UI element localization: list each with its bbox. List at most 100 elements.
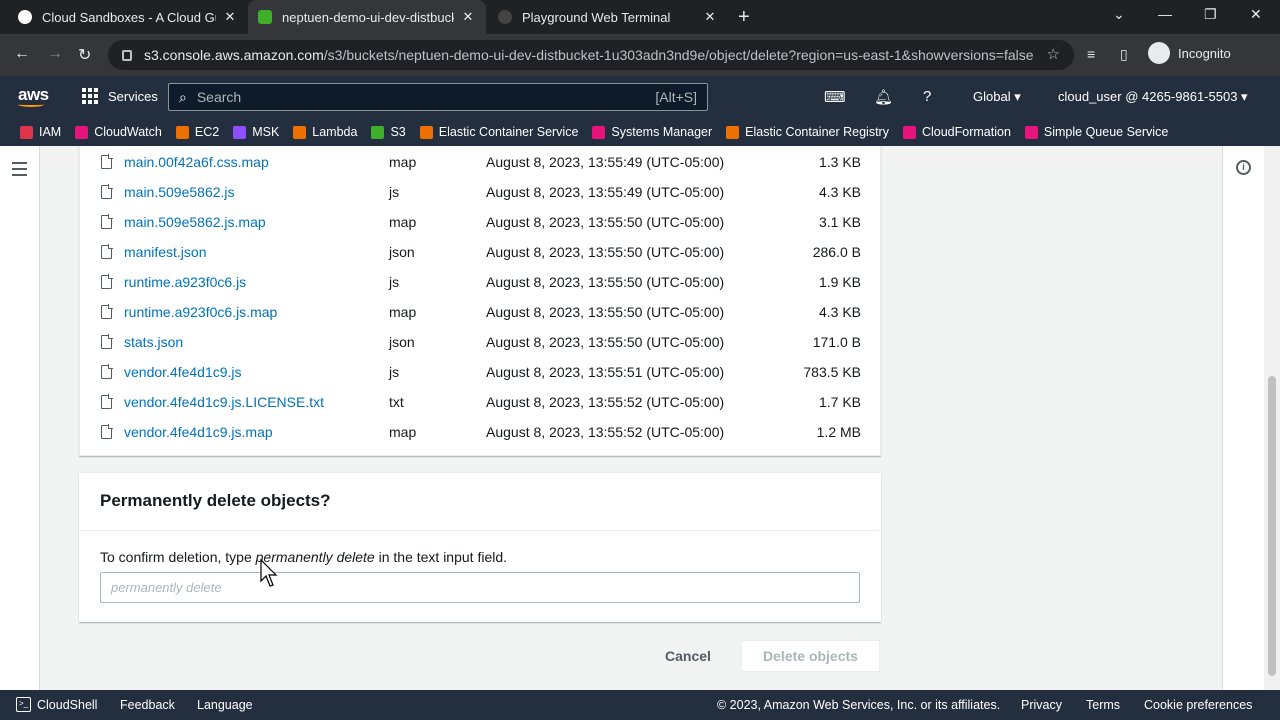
object-name-link[interactable]: main.509e5862.js.map [124, 214, 266, 230]
object-name-link[interactable]: vendor.4fe4d1c9.js [124, 364, 242, 380]
favorite-lambda[interactable]: Lambda [293, 125, 357, 139]
copyright-text: © 2023, Amazon Web Services, Inc. or its… [717, 698, 1001, 712]
menu-icon[interactable] [12, 162, 27, 180]
cookie-preferences-link[interactable]: Cookie preferences [1144, 698, 1252, 712]
favorite-iam[interactable]: IAM [20, 125, 61, 139]
favorite-s3[interactable]: S3 [371, 125, 406, 139]
language-link[interactable]: Language [197, 698, 253, 712]
new-tab-icon[interactable]: + [738, 6, 750, 29]
restore-icon[interactable]: ❐ [1204, 6, 1217, 23]
cancel-button[interactable]: Cancel [653, 640, 723, 672]
table-row: main.00f42a6f.css.map map August 8, 2023, … [80, 147, 880, 177]
services-menu[interactable]: Services [82, 88, 158, 104]
object-size: 1.2 MB [816, 424, 861, 440]
service-icon [592, 125, 606, 139]
file-icon [101, 274, 113, 289]
object-size: 4.3 KB [818, 304, 861, 320]
help-icon[interactable]: ? [923, 88, 931, 105]
aws-logo[interactable]: aws [18, 85, 49, 107]
file-icon [101, 304, 113, 319]
page-content: main.00f42a6f.css.map map August 8, 2023, … [0, 146, 1280, 690]
file-icon [101, 244, 113, 259]
favorite-msk[interactable]: MSK [233, 125, 279, 139]
bookmark-star-icon[interactable]: ☆ [1047, 45, 1060, 63]
favorites-bar: IAM CloudWatch EC2 MSK Lambda S3 Elastic Conta… [0, 118, 1280, 146]
favorite-simple-queue-service[interactable]: Simple Queue Service [1024, 125, 1168, 139]
object-name-link[interactable]: stats.json [124, 334, 183, 350]
file-icon [101, 214, 113, 229]
close-tab-icon[interactable]: ✕ [222, 9, 238, 25]
minimize-icon[interactable]: — [1158, 6, 1172, 22]
confirm-delete-input[interactable] [100, 572, 860, 603]
forward-icon[interactable]: → [47, 45, 63, 63]
tab-search-icon[interactable]: ⌄ [1113, 6, 1125, 23]
lock-icon [122, 49, 132, 61]
info-icon[interactable]: i [1236, 160, 1251, 175]
favorite-cloudformation[interactable]: CloudFormation [902, 125, 1011, 139]
favorite-ec2[interactable]: EC2 [175, 125, 219, 139]
object-type: json [389, 244, 415, 260]
object-size: 1.9 KB [818, 274, 861, 290]
object-name-link[interactable]: vendor.4fe4d1c9.js.map [124, 424, 273, 440]
browser-tab[interactable]: Cloud Sandboxes - A Cloud Guru ✕ [8, 0, 248, 34]
search-shortcut: [Alt+S] [655, 89, 697, 105]
region-selector[interactable]: Global ▾ [973, 89, 1021, 105]
service-icon [419, 125, 433, 139]
search-input[interactable]: ⌕ Search [Alt+S] [168, 83, 708, 111]
close-window-icon[interactable]: ✕ [1250, 6, 1262, 23]
delete-objects-button[interactable]: Delete objects [741, 640, 880, 672]
browser-tab-bar: Cloud Sandboxes - A Cloud Guru ✕ neptuen… [0, 0, 1280, 34]
tab-title: Cloud Sandboxes - A Cloud Guru [42, 9, 216, 25]
url-path: /s3/buckets/neptuen-demo-ui-dev-distbuck… [323, 47, 1034, 63]
browser-tab[interactable]: Playground Web Terminal ✕ [488, 0, 728, 34]
service-icon [1024, 125, 1038, 139]
service-icon [902, 125, 916, 139]
incognito-indicator[interactable]: Incognito [1148, 42, 1231, 64]
cloudshell-link[interactable]: CloudShell [37, 698, 97, 712]
table-row: vendor.4fe4d1c9.js.LICENSE.txt txt August … [80, 387, 880, 417]
object-name-link[interactable]: main.00f42a6f.css.map [124, 154, 269, 170]
close-tab-icon[interactable]: ✕ [702, 9, 718, 25]
file-icon [101, 424, 113, 439]
feedback-link[interactable]: Feedback [120, 698, 175, 712]
object-name-link[interactable]: manifest.json [124, 244, 206, 260]
address-bar[interactable]: s3.console.aws.amazon.com /s3/buckets/ne… [108, 40, 1074, 70]
privacy-link[interactable]: Privacy [1021, 698, 1062, 712]
service-icon [293, 125, 307, 139]
tab-title: neptuen-demo-ui-dev-distbucke [282, 9, 454, 25]
cloudshell-icon[interactable]: >_ [16, 697, 31, 712]
favorite-label: CloudFormation [921, 125, 1011, 139]
reload-icon[interactable]: ↻ [78, 45, 91, 65]
favorite-label: Elastic Container Registry [745, 125, 889, 139]
object-name-link[interactable]: runtime.a923f0c6.js [124, 274, 246, 290]
account-menu[interactable]: cloud_user @ 4265-9861-5503 ▾ [1058, 89, 1248, 105]
object-name-link[interactable]: runtime.a923f0c6.js.map [124, 304, 277, 320]
file-icon [101, 154, 113, 169]
favorite-cloudwatch[interactable]: CloudWatch [75, 125, 162, 139]
browser-toolbar: ← → ↻ s3.console.aws.amazon.com /s3/buck… [0, 34, 1280, 76]
object-type: js [389, 364, 400, 380]
object-name-link[interactable]: main.509e5862.js [124, 184, 235, 200]
favorite-systems-manager[interactable]: Systems Manager [592, 125, 712, 139]
object-name-link[interactable]: vendor.4fe4d1c9.js.LICENSE.txt [124, 394, 324, 410]
delete-confirmation-panel: Permanently delete objects? To confirm d… [79, 472, 881, 622]
scrollbar[interactable] [1264, 146, 1280, 690]
back-icon[interactable]: ← [14, 45, 30, 63]
object-last-modified: August 8, 2023, 13:55:50 (UTC-05:00) [486, 244, 725, 260]
cloudshell-icon[interactable]: ⌨ [824, 88, 846, 106]
service-icon [175, 125, 189, 139]
favorite-elastic-container-registry[interactable]: Elastic Container Registry [726, 125, 889, 139]
objects-table: main.00f42a6f.css.map map August 8, 2023, … [79, 146, 881, 456]
close-tab-icon[interactable]: ✕ [460, 9, 476, 25]
side-panel-icon[interactable]: ▯ [1120, 46, 1128, 63]
notifications-bell-icon[interactable]: 🔔︎ [874, 88, 893, 106]
object-last-modified: August 8, 2023, 13:55:50 (UTC-05:00) [486, 214, 725, 230]
grid-icon [82, 88, 98, 104]
aws-footer: >_ CloudShell Feedback Language © 2023, … [0, 690, 1280, 720]
aws-top-nav: aws Services ⌕ Search [Alt+S] ⌨ 🔔︎ ? Glo… [0, 76, 1280, 118]
favorite-elastic-container-service[interactable]: Elastic Container Service [419, 125, 578, 139]
terms-link[interactable]: Terms [1086, 698, 1120, 712]
browser-tab-active[interactable]: neptuen-demo-ui-dev-distbucke ✕ [248, 0, 486, 34]
media-control-icon[interactable]: ≡ [1087, 46, 1095, 62]
incognito-label: Incognito [1178, 45, 1231, 61]
